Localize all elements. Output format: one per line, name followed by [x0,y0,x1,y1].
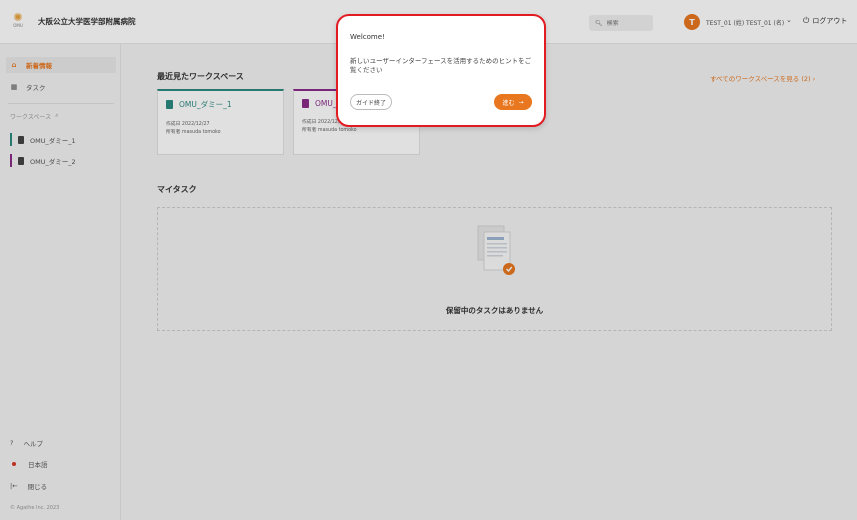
popover-body: 新しいユーザーインターフェースを活用するためのヒントをご覧ください [350,57,532,74]
next-label: 進む [502,99,515,107]
end-guide-button[interactable]: ガイド終了 [350,94,392,110]
arrow-right-icon: → [518,98,524,106]
next-button[interactable]: 進む → [494,94,532,110]
app-root: ✺ OMU 大阪公立大学医学部附属病院 🔍︎ T TEST_01 (姓) TES… [0,0,857,520]
welcome-guide-popover: Welcome! 新しいユーザーインターフェースを活用するためのヒントをご覧くだ… [336,14,546,127]
popover-title: Welcome! [350,33,385,41]
